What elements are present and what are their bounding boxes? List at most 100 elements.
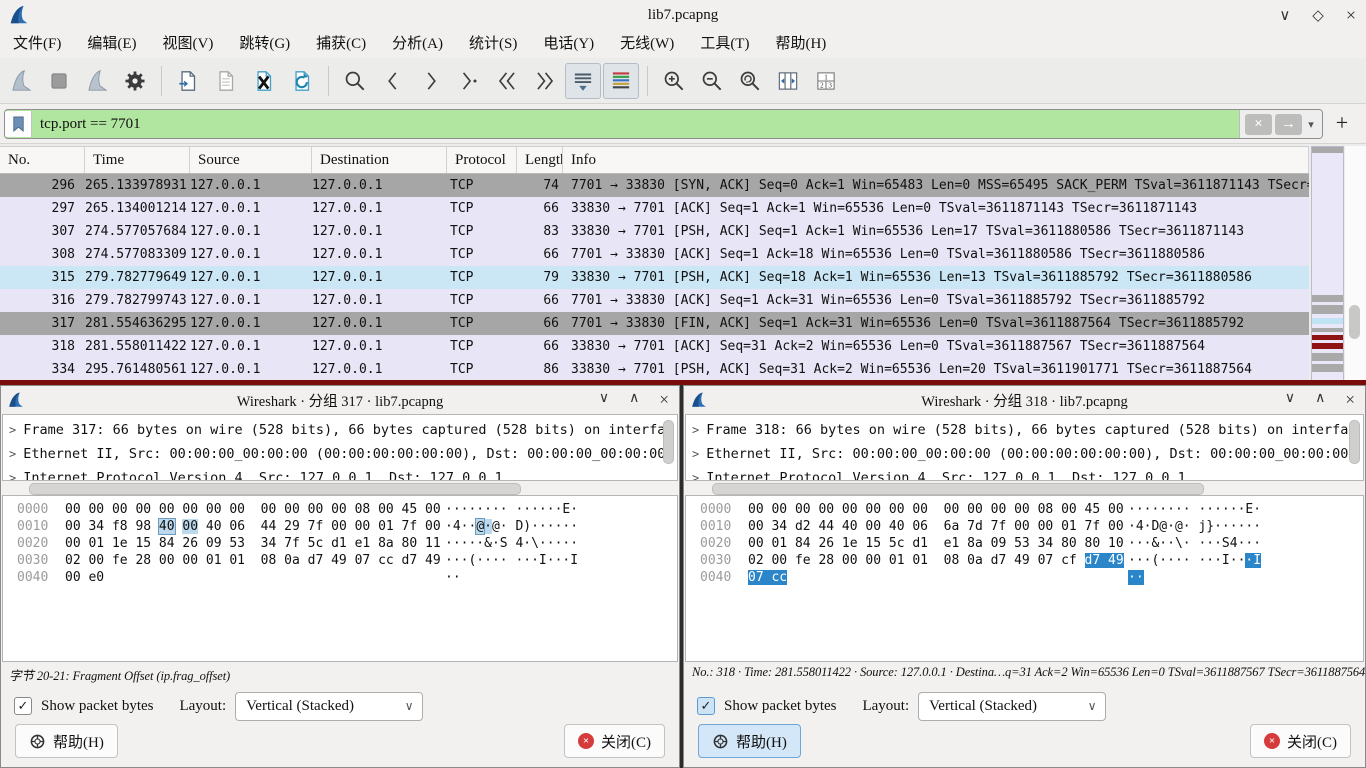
hex-row-0040[interactable]: 004007 cc·· bbox=[700, 569, 1363, 586]
filter-apply-button[interactable]: → bbox=[1275, 114, 1302, 135]
zoom-reset-button[interactable] bbox=[732, 63, 768, 99]
hex-row-0010[interactable]: 001000 34 d2 44 40 00 40 06 6a 7d 7f 00 … bbox=[700, 518, 1363, 535]
hex-ascii[interactable]: ···(···· ···I···I bbox=[1128, 553, 1261, 568]
tree-row-2[interactable]: >Internet Protocol Version 4, Src: 127.0… bbox=[692, 466, 1363, 481]
stop-capture-button[interactable] bbox=[41, 63, 77, 99]
show-packet-bytes-checkbox[interactable]: ✓ bbox=[697, 697, 715, 715]
go-to-packet-button[interactable] bbox=[451, 63, 487, 99]
expander-icon[interactable]: > bbox=[9, 471, 16, 481]
packet-list-scrollbar[interactable] bbox=[1345, 146, 1366, 381]
hex-bytes[interactable]: 00 34 d2 44 40 00 40 06 6a 7d 7f 00 00 0… bbox=[748, 518, 1128, 535]
zoom-in-button[interactable] bbox=[656, 63, 692, 99]
packet-bytes-pane[interactable]: 000000 00 00 00 00 00 00 00 00 00 00 00 … bbox=[685, 495, 1364, 662]
packet-row-316[interactable]: 316279.782799743127.0.0.1127.0.0.1TCP667… bbox=[0, 289, 1309, 312]
expander-icon[interactable]: > bbox=[9, 423, 16, 437]
hex-ascii[interactable]: ···&··\· ···S4··· bbox=[1128, 536, 1261, 551]
minimize-icon[interactable]: ∨ bbox=[1285, 390, 1295, 410]
titlebar[interactable]: lib7.pcapng ∨ ◇ × bbox=[0, 0, 1366, 30]
tree-row-1[interactable]: >Ethernet II, Src: 00:00:00_00:00:00 (00… bbox=[692, 442, 1363, 466]
hex-ascii[interactable]: ···(···· ···I···I bbox=[445, 553, 578, 568]
hex-row-0030[interactable]: 003002 00 fe 28 00 00 01 01 08 0a d7 49 … bbox=[17, 552, 677, 569]
tree-scrollbar-thumb[interactable] bbox=[663, 420, 674, 464]
intelligent-scrollbar-minimap[interactable] bbox=[1311, 146, 1344, 381]
tree-horizontal-scrollbar[interactable] bbox=[684, 481, 1365, 495]
menu-item-4[interactable]: 捕获(C) bbox=[303, 30, 379, 58]
zoom-out-button[interactable] bbox=[694, 63, 730, 99]
close-button[interactable]: × 关闭(C) bbox=[1250, 724, 1351, 758]
filter-bookmark-button[interactable] bbox=[5, 111, 32, 137]
go-last-packet-button[interactable] bbox=[527, 63, 563, 99]
tree-row-2[interactable]: >Internet Protocol Version 4, Src: 127.0… bbox=[9, 466, 677, 481]
hex-bytes[interactable]: 00 00 00 00 00 00 00 00 00 00 00 00 08 0… bbox=[65, 501, 445, 518]
menu-item-8[interactable]: 无线(W) bbox=[607, 30, 687, 58]
close-button[interactable]: × 关闭(C) bbox=[564, 724, 665, 758]
menu-item-7[interactable]: 电话(Y) bbox=[530, 30, 607, 58]
close-icon[interactable]: × bbox=[659, 390, 669, 410]
packet-row-297[interactable]: 297265.134001214127.0.0.1127.0.0.1TCP663… bbox=[0, 197, 1309, 220]
maximize-icon[interactable]: ∧ bbox=[1315, 390, 1325, 410]
column-header-destination[interactable]: Destination bbox=[312, 147, 447, 173]
start-capture-button[interactable] bbox=[3, 63, 39, 99]
column-header-source[interactable]: Source bbox=[190, 147, 312, 173]
minimize-icon[interactable]: ∨ bbox=[1279, 6, 1290, 25]
expander-icon[interactable]: > bbox=[9, 447, 16, 461]
menu-item-10[interactable]: 帮助(H) bbox=[762, 30, 839, 58]
filter-clear-button[interactable]: × bbox=[1245, 114, 1272, 135]
packet-row-318[interactable]: 318281.558011422127.0.0.1127.0.0.1TCP663… bbox=[0, 335, 1309, 358]
display-filter-input[interactable] bbox=[32, 111, 1239, 137]
help-button[interactable]: 帮助(H) bbox=[15, 724, 118, 758]
hex-bytes[interactable]: 00 e0 bbox=[65, 569, 445, 586]
hex-ascii[interactable]: ·· bbox=[1128, 570, 1144, 585]
packet-list-header[interactable]: No.TimeSourceDestinationProtocolLengthIn… bbox=[0, 146, 1309, 174]
scrollbar-thumb[interactable] bbox=[29, 483, 521, 495]
hex-ascii[interactable]: ·· bbox=[445, 570, 461, 585]
menu-item-5[interactable]: 分析(A) bbox=[379, 30, 456, 58]
hex-row-0040[interactable]: 004000 e0·· bbox=[17, 569, 677, 586]
packet-detail-tree[interactable]: >Frame 317: 66 bytes on wire (528 bits),… bbox=[2, 414, 678, 481]
column-header-no[interactable]: No. bbox=[0, 147, 85, 173]
popup-titlebar[interactable]: Wireshark · 分组 318 · lib7.pcapng ∨ ∧ × bbox=[684, 386, 1365, 414]
expander-icon[interactable]: > bbox=[692, 447, 699, 461]
hex-ascii[interactable]: ·4·D@·@· j}······ bbox=[1128, 519, 1261, 534]
go-back-button[interactable] bbox=[375, 63, 411, 99]
tree-row-0[interactable]: >Frame 317: 66 bytes on wire (528 bits),… bbox=[9, 418, 677, 442]
hex-ascii[interactable]: ········ ······E· bbox=[445, 502, 578, 517]
hex-row-0000[interactable]: 000000 00 00 00 00 00 00 00 00 00 00 00 … bbox=[17, 501, 677, 518]
expander-icon[interactable]: > bbox=[692, 471, 699, 481]
go-forward-button[interactable] bbox=[413, 63, 449, 99]
filter-apply-caret-icon[interactable]: ▾ bbox=[1305, 118, 1317, 131]
expander-icon[interactable]: > bbox=[692, 423, 699, 437]
hex-row-0010[interactable]: 001000 34 f8 98 40 00 40 06 44 29 7f 00 … bbox=[17, 518, 677, 535]
hex-bytes[interactable]: 02 00 fe 28 00 00 01 01 08 0a d7 49 07 c… bbox=[65, 552, 445, 569]
hex-ascii[interactable]: ·4··@·@· D)······ bbox=[445, 519, 578, 534]
packet-row-307[interactable]: 307274.577057684127.0.0.1127.0.0.1TCP833… bbox=[0, 220, 1309, 243]
hex-bytes[interactable]: 00 01 84 26 1e 15 5c d1 e1 8a 09 53 34 8… bbox=[748, 535, 1128, 552]
packet-detail-tree[interactable]: >Frame 318: 66 bytes on wire (528 bits),… bbox=[685, 414, 1364, 481]
hex-ascii[interactable]: ········ ······E· bbox=[1128, 502, 1261, 517]
column-header-info[interactable]: Info bbox=[563, 147, 1309, 173]
packet-row-334[interactable]: 334295.761480561127.0.0.1127.0.0.1TCP863… bbox=[0, 358, 1309, 381]
hex-row-0020[interactable]: 002000 01 84 26 1e 15 5c d1 e1 8a 09 53 … bbox=[700, 535, 1363, 552]
tree-scrollbar-thumb[interactable] bbox=[1349, 420, 1360, 464]
auto-scroll-button[interactable] bbox=[565, 63, 601, 99]
column-display-button[interactable]: 123 bbox=[808, 63, 844, 99]
maximize-icon[interactable]: ∧ bbox=[629, 390, 639, 410]
hex-bytes[interactable]: 02 00 fe 28 00 00 01 01 08 0a d7 49 07 c… bbox=[748, 552, 1128, 569]
menu-item-6[interactable]: 统计(S) bbox=[456, 30, 530, 58]
hex-bytes[interactable]: 07 cc bbox=[748, 569, 1128, 586]
column-header-time[interactable]: Time bbox=[85, 147, 190, 173]
close-icon[interactable]: × bbox=[1345, 390, 1355, 410]
layout-dropdown[interactable]: Vertical (Stacked) ∨ bbox=[235, 692, 423, 721]
save-file-button[interactable] bbox=[208, 63, 244, 99]
menu-item-1[interactable]: 编辑(E) bbox=[74, 30, 149, 58]
restart-capture-button[interactable] bbox=[79, 63, 115, 99]
reload-file-button[interactable] bbox=[284, 63, 320, 99]
close-capture-file-button[interactable] bbox=[246, 63, 282, 99]
menu-item-0[interactable]: 文件(F) bbox=[0, 30, 74, 58]
filter-add-button[interactable]: + bbox=[1330, 109, 1354, 137]
help-button[interactable]: 帮助(H) bbox=[698, 724, 801, 758]
column-header-length[interactable]: Length bbox=[517, 147, 563, 173]
packet-row-317[interactable]: 317281.554636295127.0.0.1127.0.0.1TCP667… bbox=[0, 312, 1309, 335]
colorize-packets-button[interactable] bbox=[603, 63, 639, 99]
hex-bytes[interactable]: 00 34 f8 98 40 00 40 06 44 29 7f 00 00 0… bbox=[65, 518, 445, 535]
